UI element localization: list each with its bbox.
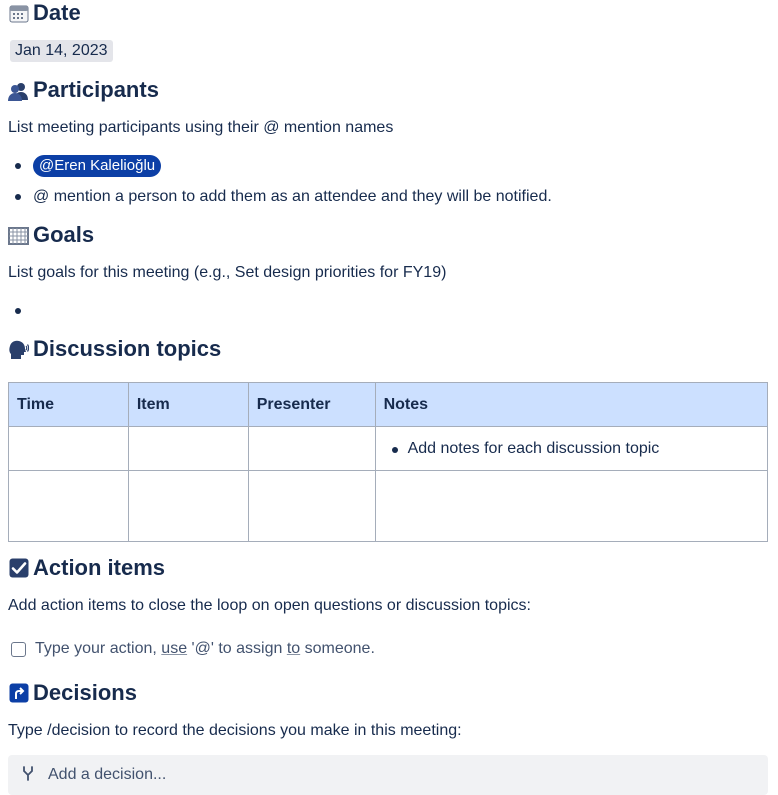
decision-input[interactable]: Add a decision... <box>8 755 768 795</box>
task-text-part: '@' to assign <box>187 640 287 657</box>
participants-list: @Eren Kalelioğlu @ mention a person to a… <box>8 150 552 212</box>
goals-heading-text: Goals <box>33 222 95 247</box>
participants-heading: Participants <box>8 77 159 103</box>
table-cell[interactable] <box>374 470 769 542</box>
task-placeholder[interactable]: Type your action, use '@' to assign to s… <box>35 640 375 658</box>
decision-branch-icon <box>20 765 36 786</box>
goals-description: List goals for this meeting (e.g., Set d… <box>8 264 447 281</box>
calendar-icon <box>8 3 29 24</box>
action-items-heading-text: Action items <box>33 555 166 580</box>
table-header-row: Time Item Presenter Notes <box>8 382 769 427</box>
decisions-heading: Decisions <box>8 680 137 706</box>
table-header-notes[interactable]: Notes <box>374 382 769 427</box>
table-cell[interactable]: Add notes for each discussion topic <box>374 426 769 471</box>
action-items-description: Add action items to close the loop on op… <box>8 597 531 614</box>
participants-description: List meeting participants using their @ … <box>8 119 394 136</box>
goals-heading: Goals <box>8 222 94 248</box>
action-task: Type your action, use '@' to assign to s… <box>11 640 375 658</box>
user-mention[interactable]: @Eren Kalelioğlu <box>33 155 162 177</box>
action-items-heading: Action items <box>8 555 165 581</box>
task-checkbox[interactable] <box>11 641 26 657</box>
table-cell[interactable] <box>247 426 376 471</box>
table-header-item[interactable]: Item <box>127 382 249 427</box>
task-text-part: use <box>161 640 188 657</box>
table-cell[interactable] <box>8 470 129 542</box>
speaking-head-icon <box>8 339 29 360</box>
table-header-time[interactable]: Time <box>8 382 129 427</box>
decision-arrow-icon <box>8 683 29 704</box>
goals-list <box>8 295 33 326</box>
goal-net-icon <box>8 225 29 246</box>
decisions-heading-text: Decisions <box>33 680 137 705</box>
list-item: Add notes for each discussion topic <box>384 440 759 458</box>
table-header-presenter[interactable]: Presenter <box>247 382 376 427</box>
table-row <box>8 470 769 542</box>
discussion-table: Time Item Presenter Notes Add notes for … <box>8 382 769 542</box>
checkbox-icon <box>8 558 29 579</box>
task-text-part: to <box>286 640 301 657</box>
table-cell[interactable] <box>127 426 249 471</box>
date-lozenge[interactable]: Jan 14, 2023 <box>10 40 113 62</box>
discussion-heading: Discussion topics <box>8 336 221 362</box>
participants-heading-text: Participants <box>33 77 159 102</box>
discussion-heading-text: Discussion topics <box>33 336 222 361</box>
decision-placeholder: Add a decision... <box>48 766 167 783</box>
table-row: Add notes for each discussion topic <box>8 426 769 471</box>
table-cell[interactable] <box>127 470 249 542</box>
list-item[interactable] <box>8 295 33 326</box>
task-text-part: Type your action, <box>35 640 162 657</box>
task-text-part: someone. <box>300 640 375 657</box>
decisions-description: Type /decision to record the decisions y… <box>8 722 462 739</box>
people-icon <box>8 80 29 101</box>
list-item: @Eren Kalelioğlu <box>8 150 552 181</box>
mention-hint: @ mention a person to add them as an att… <box>33 188 552 205</box>
date-heading: Date <box>8 0 81 26</box>
list-item: @ mention a person to add them as an att… <box>8 181 552 212</box>
date-heading-text: Date <box>33 0 81 25</box>
table-cell[interactable] <box>247 470 376 542</box>
table-cell[interactable] <box>8 426 129 471</box>
